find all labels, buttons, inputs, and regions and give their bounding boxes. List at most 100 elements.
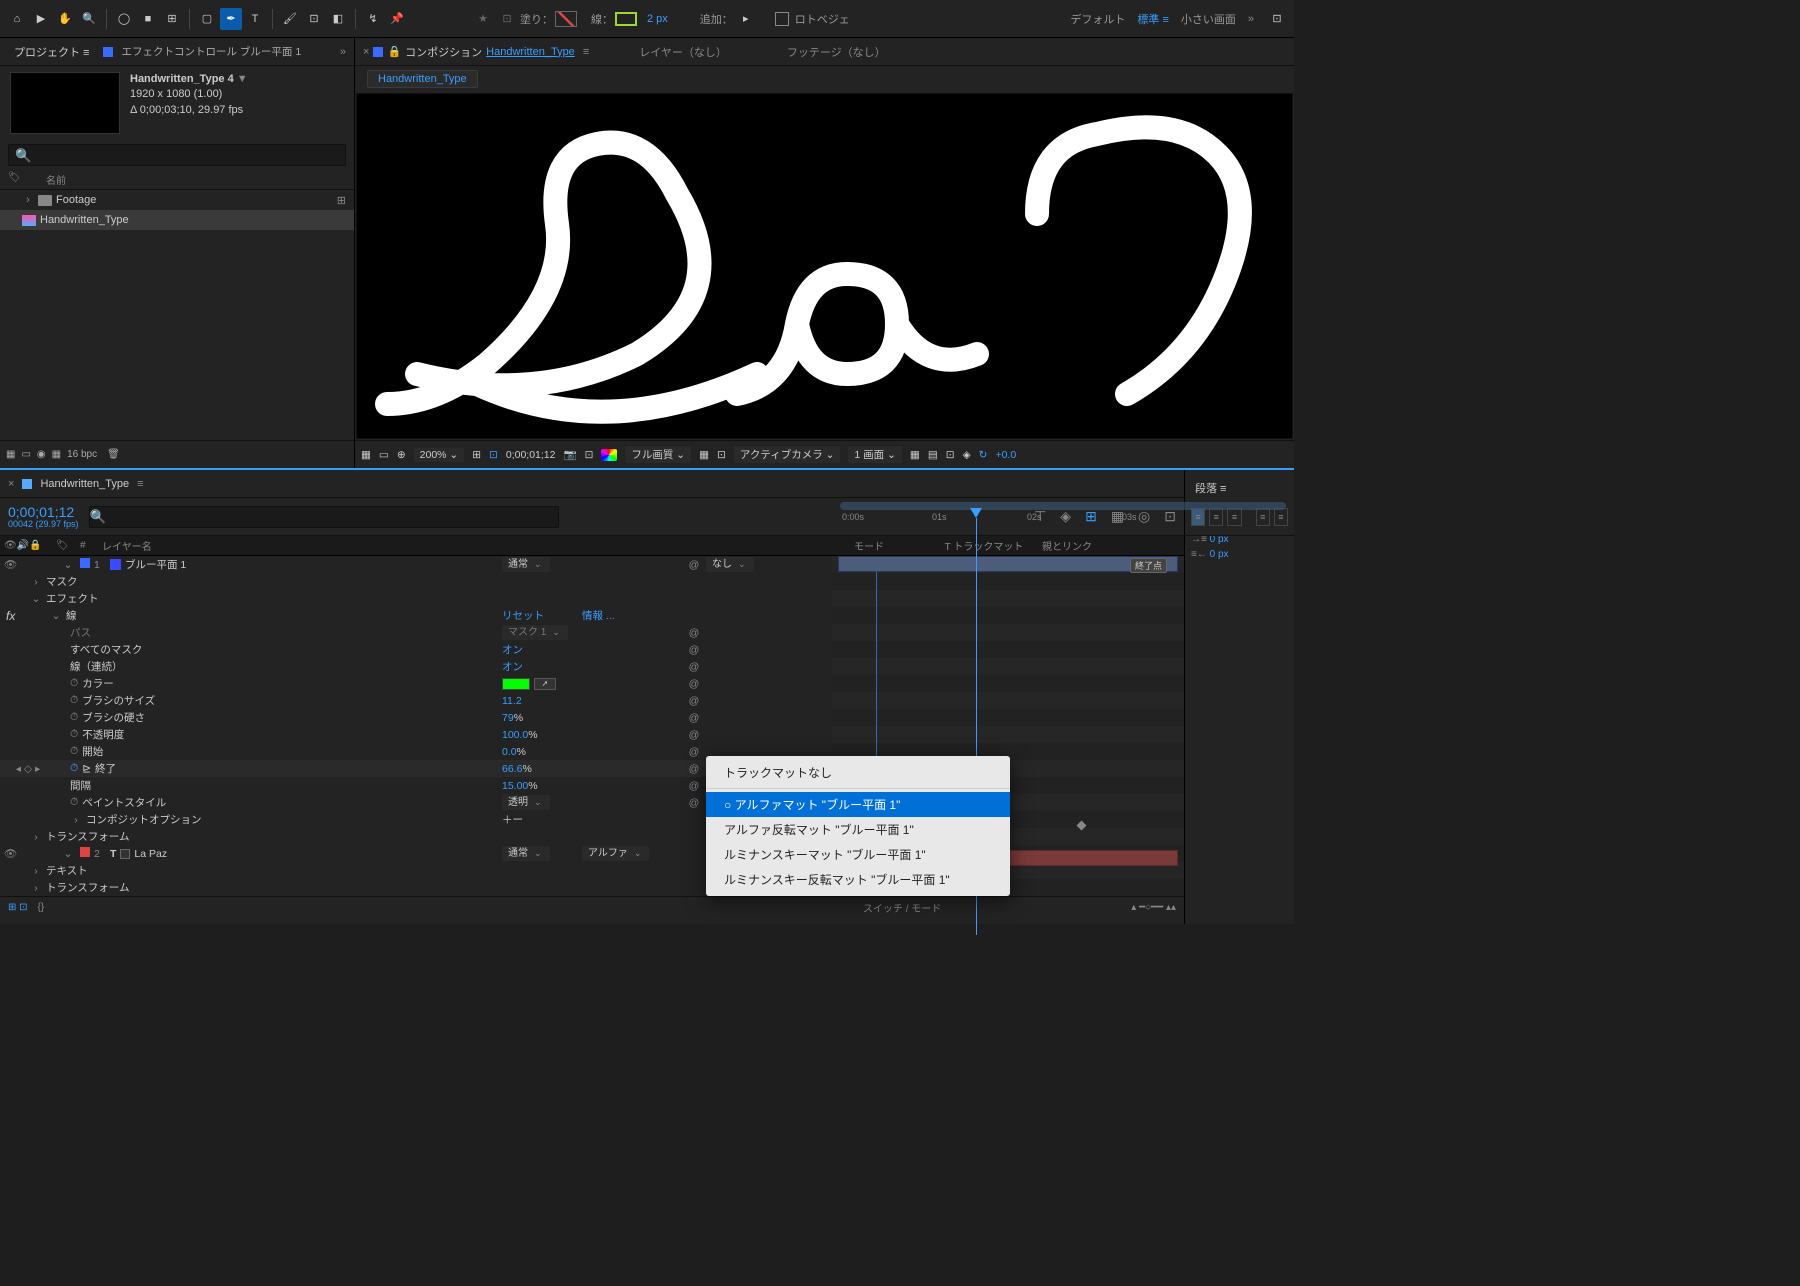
footer-icon[interactable]: ▦	[910, 449, 920, 461]
col-mode[interactable]: モード	[854, 538, 934, 553]
fill-swatch[interactable]	[555, 11, 577, 27]
close-tab[interactable]: ×	[363, 46, 369, 58]
add-vertex-icon[interactable]: ▸	[735, 8, 757, 30]
layer-name[interactable]: ブルー平面 1	[125, 557, 186, 572]
camera-dropdown[interactable]: アクティブカメラ ⌄	[734, 446, 841, 463]
stopwatch-icon[interactable]: ⏱	[70, 677, 78, 690]
tag-icon[interactable]: 🏷	[8, 172, 46, 187]
comp-subtab[interactable]: Handwritten_Type	[367, 70, 478, 88]
footer-icon[interactable]: ⊡	[717, 449, 726, 461]
footer-toggle[interactable]: {}	[38, 902, 45, 913]
reset-link[interactable]: リセット	[502, 610, 544, 622]
snapshot-icon[interactable]: 📷	[564, 448, 577, 461]
menu-item-alpha-inv[interactable]: アルファ反転マット "ブルー平面 1"	[706, 817, 1010, 842]
layer-duration-bar[interactable]: 終了点	[838, 556, 1178, 572]
comp-thumbnail[interactable]	[10, 72, 120, 134]
eye-header-icon[interactable]: 👁	[4, 540, 17, 551]
blend-mode-dropdown[interactable]: 通常	[502, 557, 550, 572]
folder-item[interactable]: › Footage ⊞	[0, 190, 354, 210]
eyedropper-icon[interactable]: ➚	[534, 678, 556, 690]
stopwatch-active-icon[interactable]: ⏱	[70, 762, 78, 775]
allmasks-value[interactable]: オン	[502, 644, 523, 656]
close-timeline-tab[interactable]: ×	[8, 478, 14, 490]
footer-icon[interactable]: ▦	[361, 449, 371, 461]
pen-tool[interactable]: ✒	[220, 8, 242, 30]
footer-icon[interactable]: ▭	[21, 449, 30, 460]
color-management-icon[interactable]	[601, 449, 617, 461]
visibility-toggle[interactable]: 👁	[4, 847, 17, 860]
menu-item-luma[interactable]: ルミナンスキーマット "ブルー平面 1"	[706, 842, 1010, 867]
rotobezier-checkbox[interactable]	[775, 12, 789, 26]
layer-tab[interactable]: レイヤー（なし）	[639, 44, 727, 60]
exposure-value[interactable]: +0.0	[995, 449, 1016, 461]
effect-controls-tab[interactable]: エフェクトコントロール ブルー平面 1	[121, 44, 301, 59]
keyframe-nav[interactable]: ◂ ◇ ▸	[0, 763, 56, 775]
pickwhip-icon[interactable]: @	[686, 559, 702, 571]
trash-icon[interactable]: 🗑	[107, 449, 120, 460]
project-tab[interactable]: プロジェクト ≡	[8, 40, 95, 64]
switches-modes-toggle[interactable]: スイッチ / モード	[863, 900, 941, 915]
col-number[interactable]: #	[80, 540, 96, 551]
layer-name[interactable]: La Paz	[134, 848, 167, 860]
menu-item-alpha[interactable]: アルファマット "ブルー平面 1"	[706, 792, 1010, 817]
menu-item-none[interactable]: トラックマットなし	[706, 760, 1010, 785]
pan-behind-tool[interactable]: ⊞	[161, 8, 183, 30]
footer-icon[interactable]: ▦	[52, 449, 61, 460]
snap-icon[interactable]: ⊡	[496, 8, 518, 30]
stroke-width[interactable]: 2 px	[647, 13, 668, 25]
color-value[interactable]	[502, 678, 530, 690]
blend-mode-dropdown[interactable]: 通常	[502, 846, 550, 861]
brushsize-value[interactable]: 11.2	[502, 695, 522, 707]
comp-tab-name[interactable]: Handwritten_Type	[486, 46, 575, 58]
brush-tool[interactable]: 🖌	[279, 8, 301, 30]
time-ruler[interactable]: 0:00s 01s 02s 03s	[832, 498, 1294, 536]
playhead[interactable]	[970, 508, 982, 518]
workspace-overflow[interactable]: »	[1248, 13, 1254, 25]
workspace-small[interactable]: 小さい画面	[1181, 11, 1236, 27]
clone-tool[interactable]: ⊡	[303, 8, 325, 30]
composition-item[interactable]: Handwritten_Type	[0, 210, 354, 230]
footer-icon[interactable]: ▦	[699, 449, 709, 461]
label-color[interactable]	[80, 847, 90, 857]
comp-title[interactable]: Handwritten_Type 4	[130, 72, 248, 87]
footer-icon[interactable]: ⊡	[946, 449, 955, 461]
footer-icon[interactable]: ⊞	[472, 449, 481, 461]
col-parent[interactable]: 親とリンク	[1034, 538, 1184, 553]
selection-tool[interactable]: ▶	[30, 8, 52, 30]
footer-icon[interactable]: ⊕	[397, 449, 406, 461]
footer-icon[interactable]: ▭	[379, 449, 389, 461]
text-tool[interactable]: T	[244, 8, 266, 30]
end-value[interactable]: 66.6	[502, 763, 522, 775]
quality-dropdown[interactable]: フル画質 ⌄	[625, 446, 691, 463]
project-search[interactable]	[8, 144, 346, 166]
work-area-bar[interactable]	[840, 502, 1286, 510]
eraser-tool[interactable]: ◧	[327, 8, 349, 30]
footer-icon[interactable]: ⊡	[489, 449, 498, 461]
puppet-tool[interactable]: 📌	[386, 8, 408, 30]
indent-value[interactable]: ≡← 0 px	[1191, 549, 1288, 560]
endpoint-marker[interactable]: 終了点	[1130, 558, 1167, 573]
fx-badge[interactable]: fx	[6, 609, 15, 623]
path-dropdown[interactable]: マスク 1	[502, 625, 568, 640]
home-tool[interactable]: ⌂	[6, 8, 28, 30]
orbit-tool[interactable]: ◯	[113, 8, 135, 30]
footage-tab[interactable]: フッテージ（なし）	[787, 44, 886, 60]
trackmatte-dropdown[interactable]: アルファ	[582, 846, 649, 861]
label-color[interactable]	[80, 558, 90, 568]
zoom-dropdown[interactable]: 200% ⌄	[414, 448, 465, 462]
lock-icon[interactable]: 🔒	[387, 45, 401, 58]
footer-icon[interactable]: ◈	[963, 449, 971, 461]
effect-stroke[interactable]: 線	[66, 608, 77, 623]
visibility-toggle[interactable]: 👁	[4, 558, 17, 571]
keyframe-diamond[interactable]	[1077, 821, 1087, 831]
timeline-tab-name[interactable]: Handwritten_Type	[40, 478, 129, 490]
timeline-timecode[interactable]: 0;00;01;12	[8, 505, 79, 519]
footer-toggle[interactable]: ⊞ ⊡	[8, 902, 28, 913]
footer-icon[interactable]: ◉	[37, 449, 46, 460]
footer-icon[interactable]: ⊡	[585, 449, 594, 461]
parent-dropdown[interactable]: なし	[706, 557, 754, 572]
hand-tool[interactable]: ✋	[54, 8, 76, 30]
col-layer-name[interactable]: レイヤー名	[96, 538, 854, 553]
paragraph-tab[interactable]: 段落 ≡	[1191, 476, 1288, 500]
views-dropdown[interactable]: 1 画面 ⌄	[848, 446, 901, 463]
